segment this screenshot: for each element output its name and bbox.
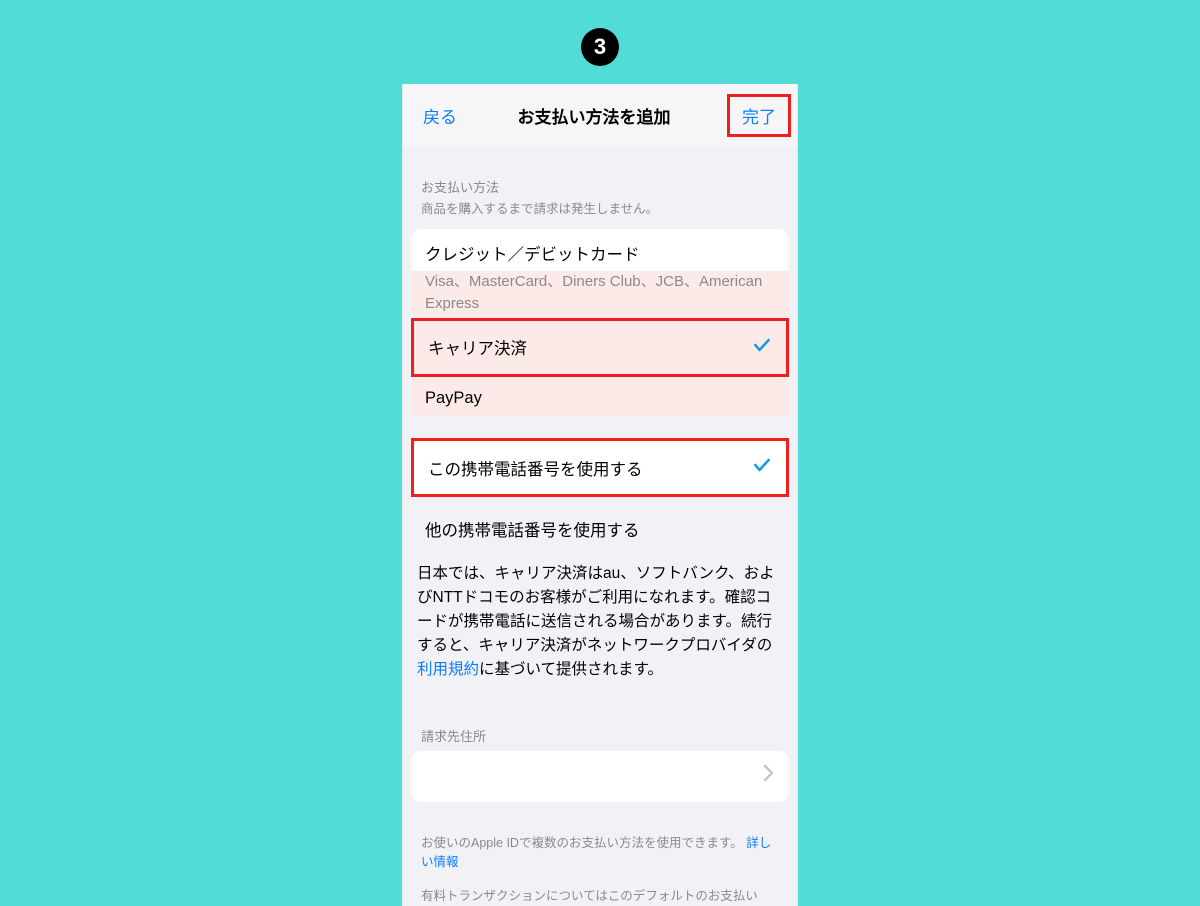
chevron-right-icon xyxy=(763,764,775,788)
option-label: キャリア決済 xyxy=(428,335,527,359)
billing-address-label: 請求先住所 xyxy=(403,692,797,751)
nav-bar: 戻る お支払い方法を追加 完了 xyxy=(403,84,797,147)
back-button[interactable]: 戻る xyxy=(419,101,461,130)
option-carrier[interactable]: キャリア決済 xyxy=(414,321,786,374)
done-button[interactable]: 完了 xyxy=(742,108,776,127)
option-label: この携帯電話番号を使用する xyxy=(428,456,643,480)
step-badge: 3 xyxy=(581,28,619,66)
done-highlight: 完了 xyxy=(727,94,791,137)
page-title: お支払い方法を追加 xyxy=(518,103,671,128)
footer-text: お使いのApple IDで複数のお支払い方法を使用できます。 xyxy=(421,836,743,850)
payment-options-card-2: PayPay xyxy=(411,377,789,416)
section-label: お支払い方法 xyxy=(421,177,779,196)
footer-note-1: お使いのApple IDで複数のお支払い方法を使用できます。 詳しい情報 xyxy=(403,802,797,882)
check-icon xyxy=(752,335,772,360)
payment-method-header: お支払い方法 商品を購入するまで請求は発生しません。 xyxy=(403,147,797,223)
option-other-phone[interactable]: 他の携帯電話番号を使用する xyxy=(411,503,789,541)
desc-text-a: 日本では、キャリア決済はau、ソフトバンク、およびNTTドコモのお客様がご利用に… xyxy=(417,565,775,654)
footer-note-2: 有料トランザクションについてはこのデフォルトのお支払い xyxy=(403,881,797,906)
desc-text-b: に基づいて提供されます。 xyxy=(479,661,663,678)
option-label: クレジット／デビットカード xyxy=(425,241,640,265)
option-this-phone[interactable]: この携帯電話番号を使用する xyxy=(414,441,786,494)
carrier-description: 日本では、キャリア決済はau、ソフトバンク、およびNTTドコモのお客様がご利用に… xyxy=(403,542,797,692)
option-label: PayPay xyxy=(425,389,482,408)
terms-link[interactable]: 利用規約 xyxy=(417,661,479,678)
option-paypay[interactable]: PayPay xyxy=(411,377,789,416)
option-credit-card[interactable]: クレジット／デビットカード xyxy=(411,229,789,271)
other-phone-section: 他の携帯電話番号を使用する xyxy=(411,503,789,541)
option-credit-card-sub: Visa、MasterCard、Diners Club、JCB、American… xyxy=(411,271,789,318)
section-sublabel: 商品を購入するまで請求は発生しません。 xyxy=(421,198,779,217)
payment-options-card: クレジット／デビットカード Visa、MasterCard、Diners Clu… xyxy=(411,229,789,318)
phone-screen: 戻る お支払い方法を追加 完了 お支払い方法 商品を購入するまで請求は発生しませ… xyxy=(402,84,798,906)
phone-number-highlight: この携帯電話番号を使用する xyxy=(411,438,789,497)
check-icon xyxy=(752,455,772,480)
carrier-highlight: キャリア決済 xyxy=(411,318,789,377)
billing-address-row[interactable] xyxy=(411,751,789,802)
